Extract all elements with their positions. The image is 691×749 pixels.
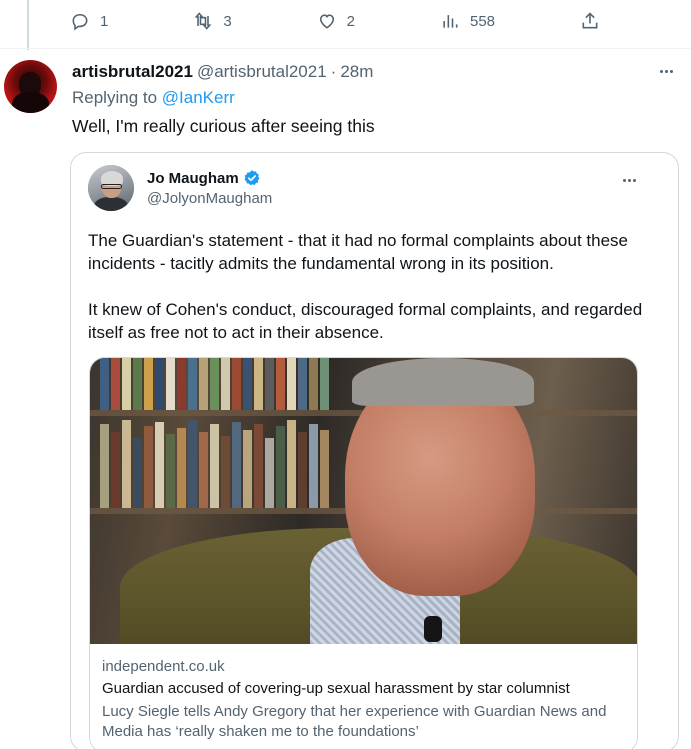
book-spine — [133, 438, 142, 508]
book-spine — [265, 358, 274, 410]
more-dot-icon — [627, 178, 631, 182]
quoted-more-options-button[interactable] — [620, 173, 638, 187]
book-spine — [265, 438, 274, 508]
verified-badge-icon — [244, 170, 260, 186]
book-spine — [243, 358, 252, 410]
reply-button[interactable]: 1 — [70, 11, 108, 31]
like-button[interactable]: 2 — [317, 11, 355, 31]
quoted-tweet-paragraph: It knew of Cohen's conduct, discouraged … — [88, 300, 643, 342]
avatar-body-shape — [94, 197, 128, 211]
book-spine — [166, 358, 175, 410]
author-display-name[interactable]: artisbrutal2021 — [72, 62, 193, 82]
thread-connector-line — [27, 0, 29, 50]
book-spine — [276, 426, 285, 508]
book-spine — [276, 358, 285, 410]
book-spine — [210, 424, 219, 508]
book-spine — [320, 358, 329, 410]
book-spine — [111, 358, 120, 410]
book-spine — [221, 358, 230, 410]
book-spine — [177, 428, 186, 508]
quoted-author-display-name[interactable]: Jo Maugham — [147, 170, 239, 187]
more-dot-icon — [632, 178, 636, 182]
book-spine — [243, 430, 252, 508]
more-dot-icon — [669, 69, 673, 73]
book-spine — [221, 436, 230, 508]
views-count: 558 — [469, 12, 496, 30]
book-spine — [287, 420, 296, 508]
more-dot-icon — [622, 178, 626, 182]
separator-dot: · — [330, 62, 337, 81]
reply-tweet-header: artisbrutal2021 @artisbrutal2021 · 28m — [72, 60, 373, 84]
photo-hair-shape — [352, 358, 534, 406]
replying-to-mention-link[interactable]: @IanKerr — [162, 88, 235, 107]
book-spine — [199, 358, 208, 410]
replying-to-line: Replying to @IanKerr — [72, 88, 235, 108]
book-spine — [254, 424, 263, 508]
reply-count: 1 — [100, 12, 109, 30]
article-thumbnail-image — [90, 358, 637, 644]
more-dot-icon — [659, 69, 663, 73]
article-link-meta: independent.co.uk Guardian accused of co… — [90, 644, 637, 749]
share-button[interactable] — [580, 11, 600, 31]
share-icon — [582, 12, 598, 29]
author-handle[interactable]: @artisbrutal2021 — [197, 62, 327, 82]
like-count: 2 — [346, 12, 355, 30]
book-spine — [309, 424, 318, 508]
book-spine — [188, 358, 197, 410]
replying-to-prefix: Replying to — [72, 88, 162, 107]
book-spine — [298, 358, 307, 410]
article-description: Lucy Siegle tells Andy Gregory that her … — [102, 703, 607, 740]
book-spine — [155, 422, 164, 508]
retweet-count: 3 — [223, 12, 232, 30]
book-spine — [210, 358, 219, 410]
book-spine — [320, 430, 329, 508]
book-spine — [122, 358, 131, 410]
book-spine — [188, 420, 197, 508]
tweet-timestamp[interactable]: 28m — [340, 62, 373, 82]
retweet-button[interactable]: 3 — [193, 11, 232, 31]
article-domain: independent.co.uk — [102, 658, 225, 675]
lapel-microphone-shape — [424, 616, 442, 642]
more-dot-icon — [664, 69, 668, 73]
avatar-body-shape — [12, 92, 49, 113]
book-spine — [122, 420, 131, 508]
more-options-button[interactable] — [655, 62, 677, 80]
book-spine — [298, 432, 307, 508]
bookshelf-books — [100, 416, 340, 508]
article-link-card[interactable]: independent.co.uk Guardian accused of co… — [89, 357, 638, 749]
book-spine — [177, 358, 186, 410]
previous-tweet-action-bar: 1 3 2 558 — [70, 6, 600, 36]
book-spine — [100, 424, 109, 508]
book-spine — [199, 432, 208, 508]
book-spine — [144, 358, 153, 410]
book-spine — [144, 426, 153, 508]
article-headline: Guardian accused of covering-up sexual h… — [102, 680, 570, 697]
reply-tweet-text: Well, I'm really curious after seeing th… — [72, 116, 375, 136]
quoted-tweet-header: Jo Maugham — [147, 169, 261, 187]
bar-chart-icon — [443, 15, 458, 28]
book-spine — [232, 358, 241, 410]
book-spine — [309, 358, 318, 410]
book-spine — [155, 358, 164, 410]
retweet-icon — [194, 12, 212, 30]
quoted-author-avatar[interactable] — [88, 165, 134, 211]
heart-icon — [319, 14, 334, 29]
views-button[interactable]: 558 — [440, 11, 495, 31]
reply-icon — [72, 13, 88, 31]
reply-author-avatar[interactable] — [4, 60, 57, 113]
book-spine — [287, 358, 296, 410]
book-spine — [254, 358, 263, 410]
book-spine — [100, 358, 109, 410]
bookshelf-books — [100, 358, 340, 410]
quoted-tweet-text: The Guardian's statement - that it had n… — [88, 229, 658, 344]
quoted-tweet-paragraph: The Guardian's statement - that it had n… — [88, 231, 628, 273]
quoted-author-handle[interactable]: @JolyonMaugham — [147, 190, 272, 207]
book-spine — [166, 434, 175, 508]
quoted-tweet-card[interactable]: Jo Maugham @JolyonMaugham The Guardian's… — [70, 152, 679, 749]
book-spine — [133, 358, 142, 410]
book-spine — [111, 432, 120, 508]
avatar-glasses-shape — [101, 184, 122, 189]
book-spine — [232, 422, 241, 508]
tweet-divider — [0, 48, 691, 49]
